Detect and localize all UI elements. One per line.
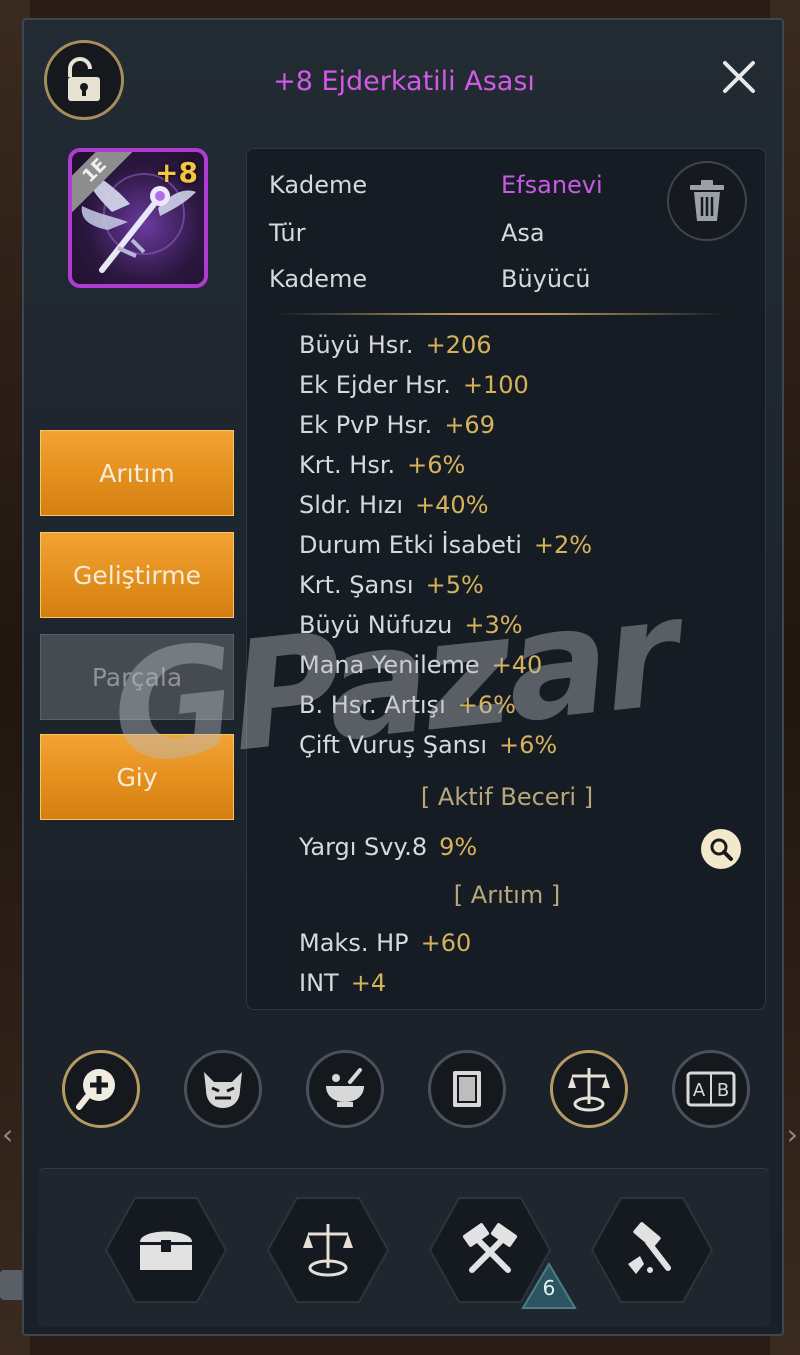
skill-detail-button[interactable]	[701, 829, 741, 869]
item-stats-box: Kademe Efsanevi Tür Asa Kademe Büyücü Bü…	[246, 148, 766, 1010]
stat-name: Durum Etki İsabeti	[299, 531, 522, 559]
demon-button[interactable]	[184, 1050, 262, 1128]
zoom-in-icon	[76, 1069, 115, 1110]
stat-name: Krt. Şansı	[299, 571, 414, 599]
stat-row: Büyü Hsr. +206	[299, 331, 491, 359]
stat-name: Ek PvP Hsr.	[299, 411, 433, 439]
storage-button[interactable]	[104, 1196, 228, 1304]
unlock-button[interactable]	[44, 40, 124, 120]
item-icon[interactable]: 1E +8	[68, 148, 208, 288]
stat-value: +6%	[499, 731, 558, 759]
stat-name: Krt. Hsr.	[299, 451, 396, 479]
magnifier-icon	[710, 838, 733, 861]
stat-value: +100	[462, 371, 529, 399]
anvil-hammer-icon	[628, 1222, 671, 1274]
stat-value: +40	[491, 651, 543, 679]
stat-name: Sldr. Hızı	[299, 491, 404, 519]
refine-button[interactable]: Arıtım	[40, 430, 234, 516]
zoom-button[interactable]	[62, 1050, 140, 1128]
stat-name: INT	[299, 969, 339, 997]
stat-value: +3%	[464, 611, 523, 639]
stat-row: Mana Yenileme +40	[299, 651, 542, 679]
equip-button[interactable]: Giy	[40, 734, 234, 820]
compare-letter: A	[693, 1080, 706, 1101]
section-divider	[277, 313, 727, 315]
book-icon	[453, 1071, 481, 1107]
trash-icon	[690, 180, 724, 221]
info-label-type: Tür	[269, 219, 306, 247]
delete-button[interactable]	[667, 161, 747, 241]
stat-name: B. Hsr. Artışı	[299, 691, 446, 719]
stat-value: +60	[420, 929, 472, 957]
enhance-button[interactable]: Geliştirme	[40, 532, 234, 618]
codex-button[interactable]	[428, 1050, 506, 1128]
stat-row: Krt. Hsr. +6%	[299, 451, 465, 479]
stat-name: Büyü Hsr.	[299, 331, 414, 359]
stat-name: Mana Yenileme	[299, 651, 480, 679]
enhance-level-badge: +8	[155, 156, 198, 189]
salvage-button[interactable]	[590, 1196, 714, 1304]
compare-ab-icon: AB	[686, 1071, 736, 1107]
stat-name: Ek Ejder Hsr.	[299, 371, 451, 399]
balance-button[interactable]	[550, 1050, 628, 1128]
stat-value: +206	[425, 331, 492, 359]
stat-name: Maks. HP	[299, 929, 409, 957]
info-value-grade: Efsanevi	[501, 171, 603, 199]
compare-button[interactable]: AB	[672, 1050, 750, 1128]
stat-name: Çift Vuruş Şansı	[299, 731, 488, 759]
unlock-icon	[68, 57, 100, 101]
craft-count: 6	[542, 1276, 556, 1300]
close-icon	[723, 61, 755, 93]
stat-value: +40%	[415, 491, 489, 519]
active-skill-header: [ Aktif Beceri ]	[420, 783, 594, 811]
scales-icon	[303, 1224, 353, 1277]
craft-count-badge: 6	[521, 1262, 577, 1310]
stat-row: Ek Ejder Hsr. +100	[299, 371, 529, 399]
stat-value: +6%	[407, 451, 466, 479]
active-skill-row: Yargı Svy.8 9%	[299, 833, 477, 861]
close-button[interactable]	[714, 52, 764, 102]
chest-icon	[140, 1231, 192, 1270]
stat-row: Durum Etki İsabeti +2%	[299, 531, 592, 559]
scales-icon	[568, 1068, 610, 1112]
info-value-type: Asa	[501, 219, 545, 247]
item-detail-panel: +8 Ejderkatili Asası 1E +8 Arıtım Gelişt…	[22, 18, 784, 1336]
stat-value: +4	[350, 969, 387, 997]
stat-row: Büyü Nüfuzu +3%	[299, 611, 523, 639]
skill-name: Yargı Svy.8	[299, 833, 428, 861]
refine-stat-row: Maks. HP +60	[299, 929, 471, 957]
info-label-class: Kademe	[269, 265, 368, 293]
stat-row: Krt. Şansı +5%	[299, 571, 484, 599]
stat-name: Büyü Nüfuzu	[299, 611, 453, 639]
stat-value: +6%	[457, 691, 516, 719]
stat-value: +5%	[425, 571, 484, 599]
info-value-class: Büyücü	[501, 265, 591, 293]
stat-value: +69	[444, 411, 495, 439]
demon-mask-icon	[204, 1072, 242, 1108]
refine-header: [ Arıtım ]	[453, 881, 561, 909]
info-label-grade: Kademe	[269, 171, 368, 199]
stat-value: +2%	[533, 531, 593, 559]
compare-letter: B	[717, 1080, 729, 1101]
left-arrow-icon[interactable]: ‹	[2, 1118, 13, 1151]
refine-stat-row: INT +4	[299, 969, 386, 997]
right-arrow-icon[interactable]: ›	[787, 1118, 798, 1151]
stat-row: Ek PvP Hsr. +69	[299, 411, 495, 439]
stat-row: Çift Vuruş Şansı +6%	[299, 731, 557, 759]
alchemy-bowl-icon	[326, 1068, 364, 1107]
item-title: +8 Ejderkatili Asası	[273, 66, 535, 97]
stat-row: Sldr. Hızı +40%	[299, 491, 489, 519]
skill-value: 9%	[439, 833, 478, 861]
alchemy-button[interactable]	[306, 1050, 384, 1128]
trade-button[interactable]	[266, 1196, 390, 1304]
hammers-icon	[462, 1223, 518, 1273]
dismantle-button[interactable]: Parçala	[40, 634, 234, 720]
stat-row: B. Hsr. Artışı +6%	[299, 691, 516, 719]
